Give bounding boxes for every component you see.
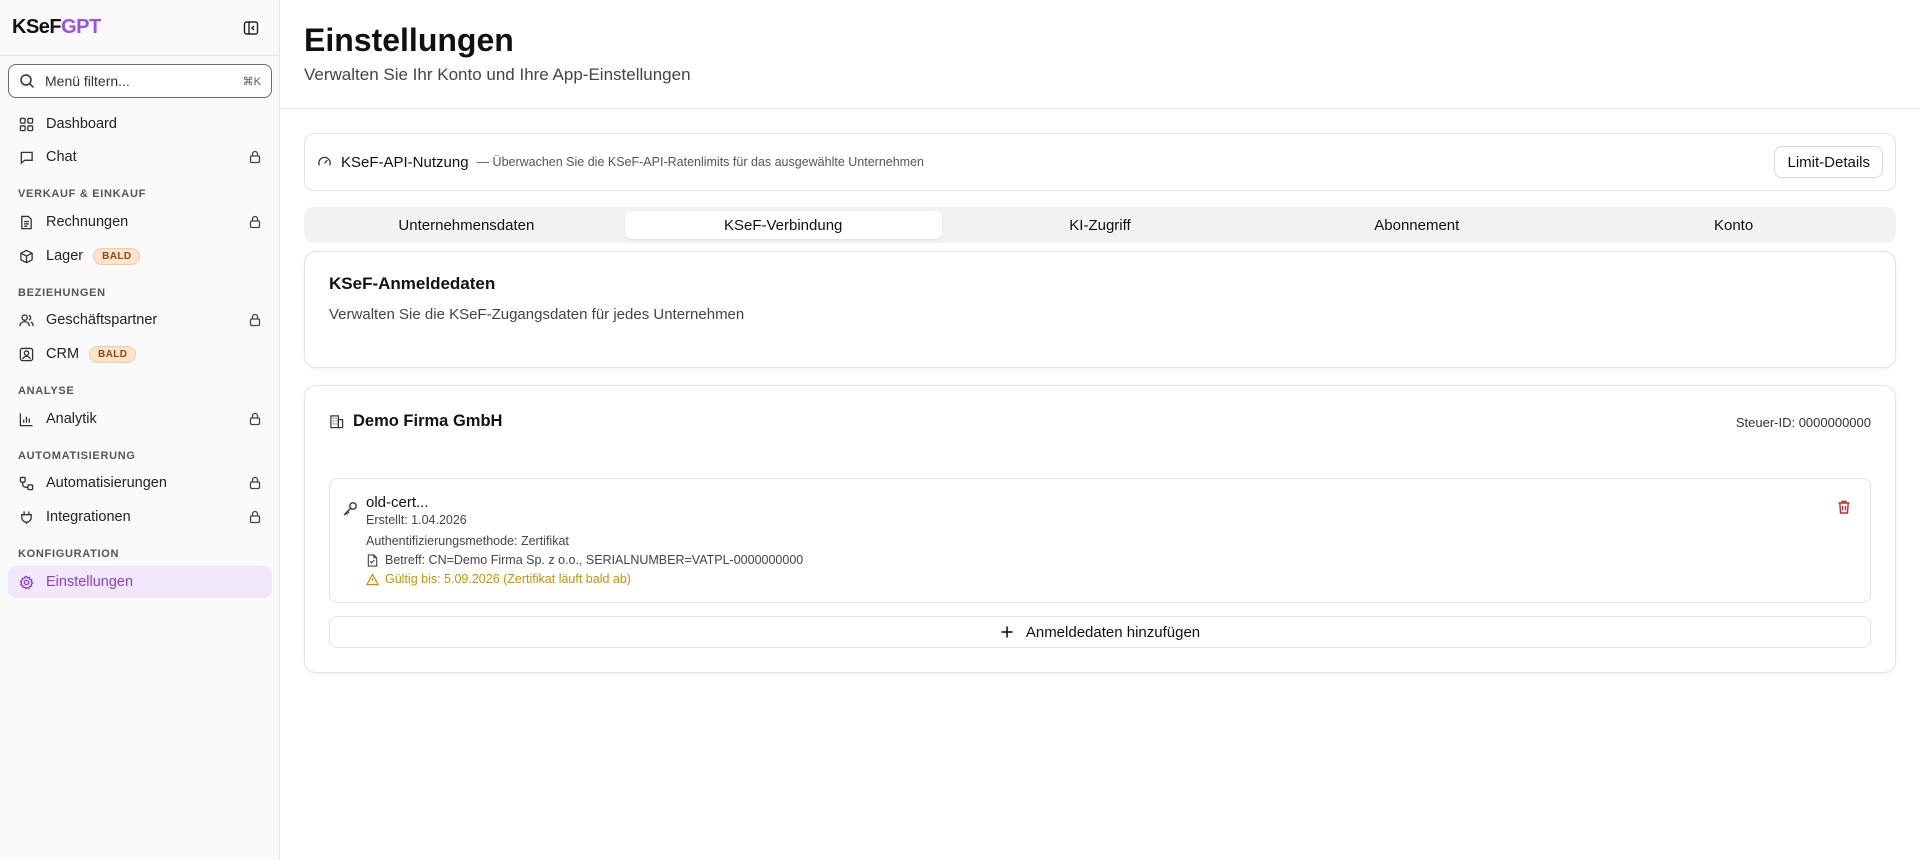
lock-icon <box>248 150 262 164</box>
company-card: Demo Firma GmbH Steuer-ID: 0000000000 ol… <box>304 385 1896 673</box>
box-icon <box>18 248 34 264</box>
tax-id: Steuer-ID: 0000000000 <box>1735 415 1871 430</box>
file-icon <box>366 553 379 567</box>
sidebar-item-label: Dashboard <box>46 116 117 132</box>
sidebar-item-inventory[interactable]: Lager BALD <box>8 240 272 272</box>
gear-icon <box>18 574 34 590</box>
sidebar-item-label: Chat <box>46 149 77 165</box>
sidebar-item-integrations[interactable]: Integrationen <box>8 501 272 533</box>
sidebar-item-invoices[interactable]: Rechnungen <box>8 206 272 238</box>
chat-icon <box>18 149 34 165</box>
page-header: Einstellungen Verwalten Sie Ihr Konto un… <box>280 0 1920 109</box>
api-usage-description: — Überwachen Sie die KSeF-API-Ratenlimit… <box>476 155 924 169</box>
sidebar-item-label: Analytik <box>46 411 97 427</box>
shortcut-hint: ⌘K <box>242 75 261 88</box>
certificate-subject: Betreff: CN=Demo Firma Sp. z o.o., SERIA… <box>385 553 804 567</box>
menu-filter-input[interactable] <box>45 73 243 89</box>
company-name: Demo Firma GmbH <box>353 412 503 430</box>
bar-chart-icon <box>18 411 34 427</box>
certificate-created: Erstellt: 1.04.2026 <box>366 513 467 527</box>
sidebar-item-settings[interactable]: Einstellungen <box>8 566 272 598</box>
dashboard-icon <box>18 116 34 132</box>
coming-soon-badge: BALD <box>89 345 137 363</box>
lock-icon <box>248 476 262 490</box>
add-credentials-button[interactable]: Anmeldedaten hinzufügen <box>329 616 1871 648</box>
certificate-subject-row: Betreff: CN=Demo Firma Sp. z o.o., SERIA… <box>366 553 803 567</box>
key-icon <box>342 501 358 517</box>
sidebar-item-label: Lager <box>46 248 84 264</box>
credentials-card: KSeF-Anmeldedaten Verwalten Sie die KSeF… <box>304 251 1896 368</box>
sidebar-item-label: Integrationen <box>46 509 131 525</box>
sidebar-item-label: Automatisierungen <box>46 475 167 491</box>
certificate-valid-until: Gültig bis: 5.09.2026 (Zertifikat läuft … <box>385 572 631 586</box>
logo-text-ksef: KSeF <box>12 16 62 38</box>
credentials-title: KSeF-Anmeldedaten <box>329 274 496 293</box>
sidebar-item-partners[interactable]: Geschäftspartner <box>8 304 272 336</box>
sidebar-item-automations[interactable]: Automatisierungen <box>8 467 272 499</box>
document-icon <box>18 214 34 230</box>
lock-icon <box>248 215 262 229</box>
sidebar-toggle-icon[interactable] <box>242 19 260 37</box>
add-credentials-label: Anmeldedaten hinzufügen <box>1025 623 1201 641</box>
credentials-description: Verwalten Sie die KSeF-Zugangsdaten für … <box>329 306 745 323</box>
plus-icon <box>1000 625 1014 639</box>
page-subtitle: Verwalten Sie Ihr Konto und Ihre App-Ein… <box>304 65 691 84</box>
api-usage-title: KSeF-API-Nutzung <box>341 153 469 171</box>
section-heading-automation: AUTOMATISIERUNG <box>18 450 136 462</box>
app-logo[interactable]: KSeFGPT <box>12 16 101 39</box>
section-heading-configuration: KONFIGURATION <box>18 548 120 560</box>
tab-account[interactable]: Konto <box>1575 211 1892 239</box>
coming-soon-badge: BALD <box>93 247 141 265</box>
lock-icon <box>248 412 262 426</box>
page-title: Einstellungen <box>304 22 514 58</box>
building-icon <box>329 414 345 430</box>
limit-details-button[interactable]: Limit-Details <box>1774 146 1883 178</box>
certificate-name: old-cert... <box>366 494 429 511</box>
search-icon <box>19 73 35 89</box>
workflow-icon <box>18 475 34 491</box>
section-heading-sales: VERKAUF & EINKAUF <box>18 188 147 200</box>
sidebar-item-dashboard[interactable]: Dashboard <box>8 108 272 140</box>
section-heading-relations: BEZIEHUNGEN <box>18 287 106 299</box>
sidebar-item-label: CRM <box>46 346 80 362</box>
sidebar-item-label: Einstellungen <box>46 574 134 590</box>
section-heading-analysis: ANALYSE <box>18 385 75 397</box>
warning-icon <box>366 572 379 586</box>
delete-certificate-icon[interactable] <box>1836 499 1852 515</box>
menu-filter-field[interactable]: ⌘K <box>8 64 272 98</box>
plug-icon <box>18 509 34 525</box>
certificate-auth-method: Authentifizierungsmethode: Zertifikat <box>366 534 569 548</box>
main-content: Einstellungen Verwalten Sie Ihr Konto un… <box>280 0 1920 860</box>
settings-tabs: Unternehmensdaten KSeF-Verbindung KI-Zug… <box>304 207 1896 243</box>
company-heading: Demo Firma GmbH <box>329 412 502 431</box>
gauge-icon <box>317 154 333 170</box>
sidebar: KSeFGPT ⌘K Dashboard Chat VERKAUF & EINK… <box>0 0 280 860</box>
api-usage-bar: KSeF-API-Nutzung — Überwachen Sie die KS… <box>304 133 1896 191</box>
tab-ksef-connection[interactable]: KSeF-Verbindung <box>624 211 942 239</box>
lock-icon <box>248 313 262 327</box>
sidebar-item-crm[interactable]: CRM BALD <box>8 338 272 370</box>
contact-card-icon <box>18 346 34 362</box>
users-icon <box>18 312 34 328</box>
sidebar-item-chat[interactable]: Chat <box>8 141 272 173</box>
logo-text-gpt: GPT <box>61 16 101 38</box>
lock-icon <box>248 510 262 524</box>
sidebar-header: KSeFGPT <box>0 0 279 56</box>
tab-ai-access[interactable]: KI-Zugriff <box>942 211 1259 239</box>
certificate-validity-row: Gültig bis: 5.09.2026 (Zertifikat läuft … <box>366 572 631 586</box>
certificate-item: old-cert... Erstellt: 1.04.2026 Authenti… <box>329 478 1871 603</box>
tab-company-data[interactable]: Unternehmensdaten <box>308 211 625 239</box>
sidebar-item-label: Geschäftspartner <box>46 312 158 328</box>
sidebar-item-label: Rechnungen <box>46 214 129 230</box>
sidebar-item-analytics[interactable]: Analytik <box>8 403 272 435</box>
tab-subscription[interactable]: Abonnement <box>1258 211 1575 239</box>
